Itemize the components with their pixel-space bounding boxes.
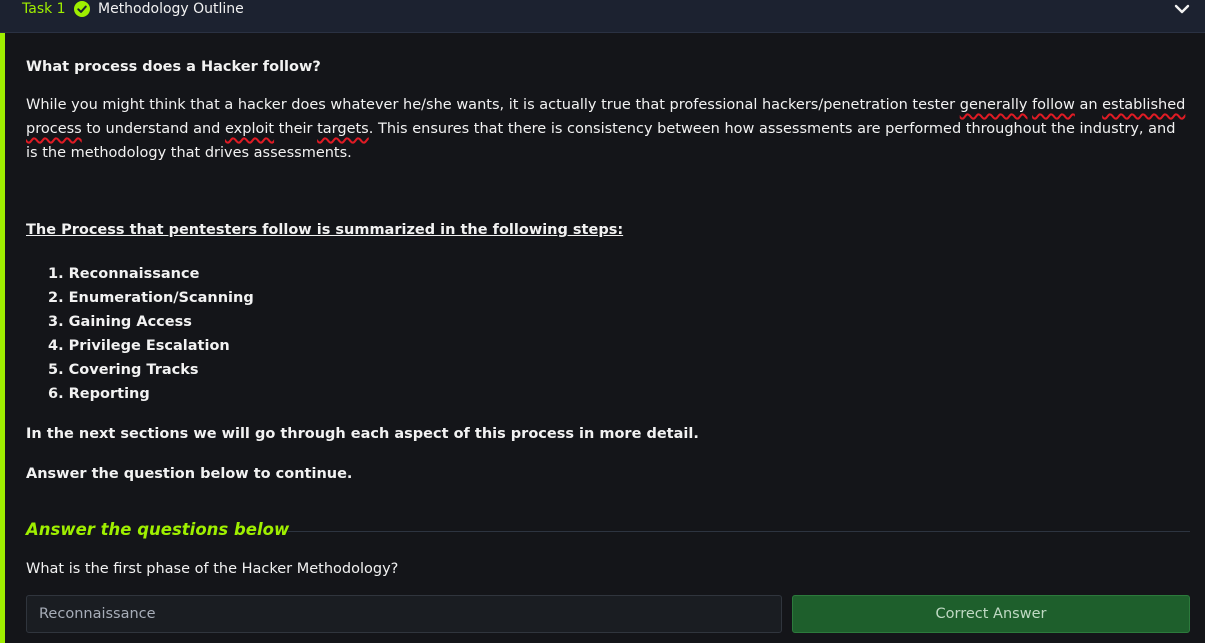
spellcheck-word: established [1102,97,1186,113]
task-header[interactable]: Task 1 Methodology Outline [0,0,1205,33]
paragraph-text: While you might think that a hacker does… [26,97,960,113]
list-item: 5. Covering Tracks [48,362,199,378]
chevron-down-icon[interactable] [1174,3,1190,15]
list-item: 4. Privilege Escalation [48,338,230,354]
correct-answer-button[interactable]: Correct Answer [792,595,1190,633]
check-circle-icon [74,1,90,17]
list-item: 3. Gaining Access [48,314,192,330]
list-item: 6. Reporting [48,386,150,402]
list-item: 1. Reconnaissance [48,266,200,282]
methodology-steps-list: 1. Reconnaissance 2. Enumeration/Scannin… [48,262,254,406]
intro-paragraph: While you might think that a hacker does… [26,93,1186,165]
list-item: 2. Enumeration/Scanning [48,290,254,306]
spellcheck-word: exploit [225,121,275,137]
steps-title: The Process that pentesters follow is su… [26,222,624,238]
next-sections-text: In the next sections we will go through … [26,426,699,442]
question-heading: What process does a Hacker follow? [26,59,321,75]
spellcheck-word: follow [1032,97,1075,113]
divider [288,531,1190,532]
question-text: What is the first phase of the Hacker Me… [26,561,399,577]
spellcheck-word: targets [317,121,369,137]
task-accent-bar [0,33,5,643]
task-title: Methodology Outline [98,1,244,17]
spellcheck-word: process [26,121,82,137]
spellcheck-word: generally [959,97,1028,113]
continue-text: Answer the question below to continue. [26,466,353,482]
task-number: Task 1 [22,1,66,17]
paragraph-text: an [1074,97,1103,113]
paragraph-text: their [274,121,318,137]
paragraph-text: to understand and [81,121,225,137]
answers-heading: Answer the questions below [26,520,290,539]
answer-input[interactable] [26,595,782,633]
